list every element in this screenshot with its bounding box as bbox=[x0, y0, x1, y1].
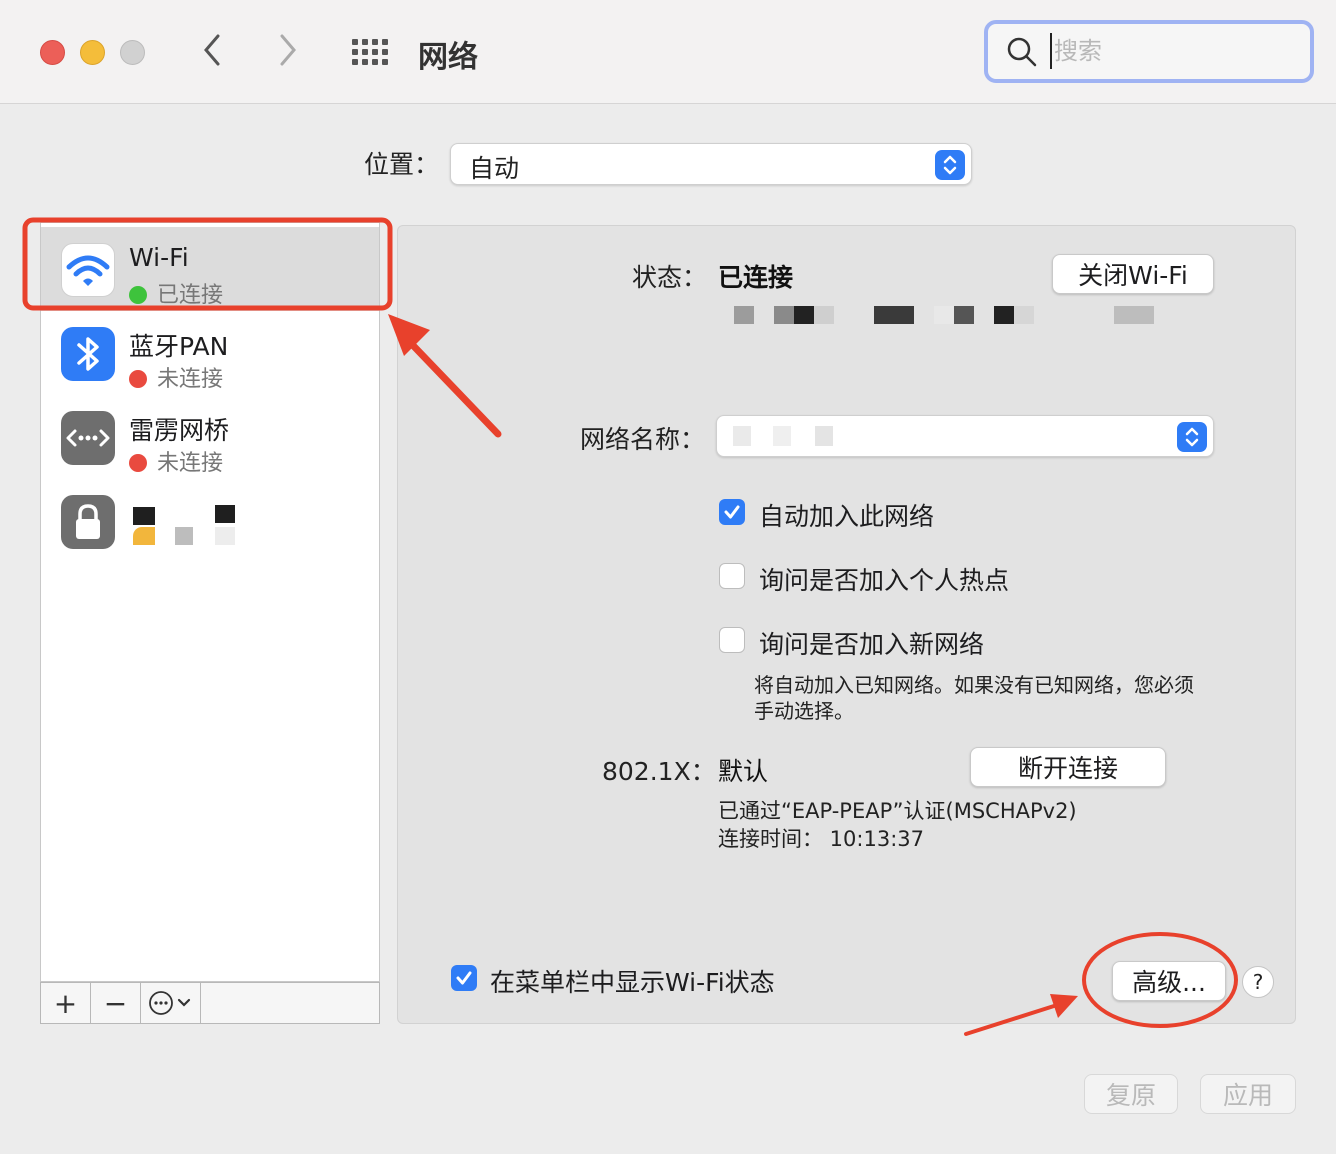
ellipsis-circle-icon bbox=[148, 991, 190, 1015]
turn-off-wifi-button[interactable]: 关闭Wi-Fi bbox=[1052, 254, 1214, 294]
action-menu-button[interactable] bbox=[141, 983, 201, 1023]
sidebar-item-wifi[interactable]: Wi-Fi 已连接 bbox=[41, 227, 379, 311]
status-label: 状态： bbox=[632, 263, 708, 292]
lock-icon bbox=[61, 495, 115, 549]
sidebar-item-status: 未连接 bbox=[129, 445, 223, 477]
forward-button[interactable] bbox=[276, 30, 300, 77]
status-dot-icon bbox=[129, 454, 147, 472]
ask-new-network-label: 询问是否加入新网络 bbox=[759, 630, 985, 659]
ask-new-network-note-line2: 手动选择。 bbox=[754, 699, 854, 723]
show-in-menubar-checkbox[interactable] bbox=[451, 965, 477, 991]
chevron-left-icon bbox=[204, 34, 220, 66]
service-list: Wi-Fi 已连接 蓝牙PAN 未连接 雷雳网桥 未连接 bbox=[40, 222, 380, 982]
sidebar-item-bluetooth-pan[interactable]: 蓝牙PAN 未连接 bbox=[41, 311, 379, 395]
connection-time-text: 连接时间： 10:13:37 bbox=[718, 827, 924, 851]
apply-button[interactable]: 应用 bbox=[1200, 1074, 1296, 1114]
show-all-grid-icon[interactable] bbox=[352, 39, 390, 65]
service-toolbar: + − bbox=[40, 982, 380, 1024]
checkmark-icon bbox=[724, 505, 740, 519]
show-in-menubar-label: 在菜单栏中显示Wi-Fi状态 bbox=[490, 968, 775, 997]
status-dot-icon bbox=[129, 370, 147, 388]
auto-join-checkbox[interactable] bbox=[719, 499, 745, 525]
wifi-icon bbox=[61, 243, 115, 297]
network-name-popup[interactable] bbox=[716, 415, 1214, 457]
redacted-ssid bbox=[733, 426, 751, 446]
sidebar-item-status: 未连接 bbox=[129, 361, 223, 393]
dot1x-value: 默认 bbox=[718, 757, 769, 786]
close-button[interactable] bbox=[40, 40, 65, 65]
search-input[interactable] bbox=[1050, 33, 1290, 69]
sidebar-item-vpn[interactable] bbox=[41, 479, 379, 563]
popup-stepper-icon bbox=[935, 150, 965, 180]
title-bar: 网络 bbox=[0, 0, 1336, 104]
add-service-button[interactable]: + bbox=[41, 983, 91, 1023]
ask-new-network-note-line1: 将自动加入已知网络。如果没有已知网络，您必须 bbox=[754, 673, 1194, 697]
back-button[interactable] bbox=[200, 30, 224, 77]
popup-stepper-icon bbox=[1177, 422, 1207, 452]
status-value: 已连接 bbox=[718, 263, 794, 292]
auto-join-label: 自动加入此网络 bbox=[759, 502, 935, 531]
sidebar-item-label: Wi-Fi bbox=[129, 243, 189, 272]
dot1x-label: 802.1X： bbox=[602, 757, 716, 786]
ask-hotspot-checkbox[interactable] bbox=[719, 563, 745, 589]
sidebar-item-label: 蓝牙PAN bbox=[129, 332, 229, 361]
sidebar-item-thunderbolt-bridge[interactable]: 雷雳网桥 未连接 bbox=[41, 395, 379, 479]
thunderbolt-bridge-icon bbox=[61, 411, 115, 465]
help-button[interactable]: ? bbox=[1242, 966, 1274, 998]
location-value: 自动 bbox=[469, 154, 520, 183]
search-field[interactable] bbox=[984, 20, 1314, 83]
checkmark-icon bbox=[456, 971, 472, 985]
advanced-button[interactable]: 高级... bbox=[1112, 961, 1226, 1001]
revert-button[interactable]: 复原 bbox=[1084, 1074, 1178, 1114]
window-title: 网络 bbox=[418, 40, 478, 75]
disconnect-button[interactable]: 断开连接 bbox=[970, 747, 1166, 787]
minimize-button[interactable] bbox=[80, 40, 105, 65]
sidebar-item-status: 已连接 bbox=[129, 277, 223, 309]
bluetooth-icon bbox=[61, 327, 115, 381]
auth-status-text: 已通过“EAP-PEAP”认证(MSCHAPv2) bbox=[718, 799, 1077, 823]
remove-service-button[interactable]: − bbox=[91, 983, 141, 1023]
ask-new-network-checkbox[interactable] bbox=[719, 627, 745, 653]
status-dot-icon bbox=[129, 286, 147, 304]
chevron-right-icon bbox=[280, 34, 296, 66]
ask-hotspot-label: 询问是否加入个人热点 bbox=[759, 566, 1010, 595]
search-icon bbox=[1007, 37, 1037, 67]
location-label: 位置： bbox=[364, 150, 440, 179]
network-name-label: 网络名称： bbox=[580, 425, 706, 454]
zoom-button[interactable] bbox=[120, 40, 145, 65]
location-popup[interactable]: 自动 bbox=[450, 143, 972, 185]
sidebar-item-label: 雷雳网桥 bbox=[129, 416, 230, 445]
